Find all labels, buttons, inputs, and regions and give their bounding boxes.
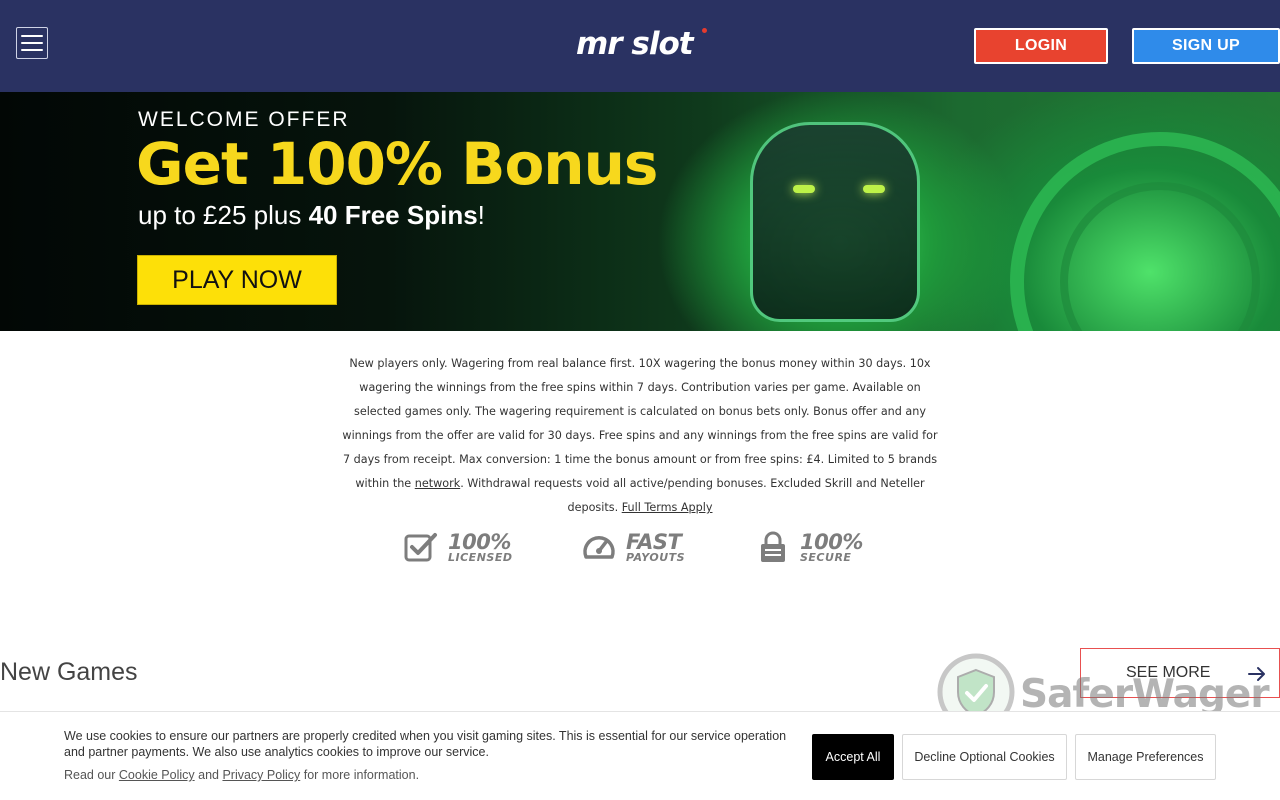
logo-text: mr slot [576,26,694,62]
hamburger-line [21,42,43,44]
badge-fast-big: FAST [626,529,682,554]
subline-free-spins: 40 Free Spins [308,200,478,230]
network-link[interactable]: network [415,477,460,490]
cookie-read-more: Read our Cookie Policy and Privacy Polic… [64,768,419,782]
badge-fast-small: PAYOUTS [626,550,686,564]
badge-secure: 100% SECURE [756,530,863,564]
cookie-read-and: and [194,768,223,782]
lock-icon [761,531,785,562]
top-header: mr slot LOGIN SIGN UP [0,0,1280,92]
accept-all-button[interactable]: Accept All [812,734,894,780]
site-logo[interactable]: mr slot [576,26,707,66]
terms-text-1: New players only. Wagering from real bal… [342,357,938,490]
new-games-title: New Games [0,658,138,686]
hamburger-line [21,35,43,37]
cookie-consent-bar: We use cookies to ensure our partners ar… [0,711,1280,800]
badge-licensed-big: 100% [448,529,511,554]
decline-optional-cookies-button[interactable]: Decline Optional Cookies [902,734,1067,780]
logo-dot [702,28,707,33]
cookie-message: We use cookies to ensure our partners ar… [64,729,787,759]
see-more-button[interactable]: SEE MORE [1080,648,1280,698]
play-now-button[interactable]: PLAY NOW [137,255,337,305]
login-button[interactable]: LOGIN [974,28,1108,64]
full-terms-link[interactable]: Full Terms Apply [622,501,713,514]
arrow-right-icon [1248,667,1265,681]
badge-fast-payouts: FAST PAYOUTS [582,530,685,564]
badge-secure-big: 100% [800,529,863,554]
cookie-read-suffix: for more information. [300,768,420,782]
knight-eye-right [863,185,885,193]
badge-licensed: 100% LICENSED [404,530,512,564]
signup-button[interactable]: SIGN UP [1132,28,1280,64]
subline-prefix: up to £25 plus [138,200,309,230]
check-box-icon [404,533,437,562]
speedometer-icon [583,536,615,559]
hamburger-menu-icon[interactable] [16,27,48,59]
cookie-policy-link[interactable]: Cookie Policy [119,768,195,782]
badge-secure-small: SECURE [800,550,852,564]
see-more-label: SEE MORE [1126,664,1211,681]
cookie-read-prefix: Read our [64,768,119,782]
badge-licensed-small: LICENSED [448,550,513,564]
bonus-terms: New players only. Wagering from real bal… [340,352,940,520]
manage-preferences-button[interactable]: Manage Preferences [1075,734,1216,780]
privacy-policy-link[interactable]: Privacy Policy [222,768,300,782]
subline-suffix: ! [477,200,485,230]
hero-headline: Get 100% Bonus [136,130,658,198]
hero-eyebrow: WELCOME OFFER [138,108,350,131]
knight-eye-left [793,185,815,193]
hero-subline: up to £25 plus 40 Free Spins! [138,200,485,231]
hamburger-line [21,49,43,51]
hero-knight-art [750,122,920,322]
